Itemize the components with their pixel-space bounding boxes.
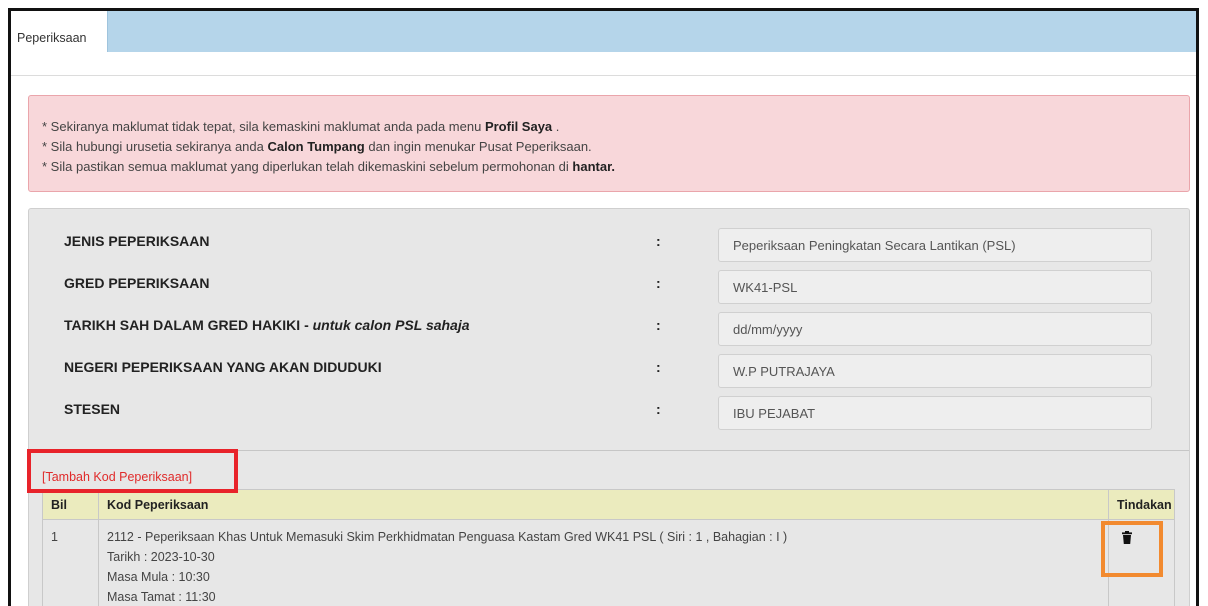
field-label-text: TARIKH SAH DALAM GRED HAKIKI - [64,317,313,333]
window-frame: Peperiksaan * Sekiranya maklumat tidak t… [8,8,1199,606]
gred-peperiksaan-field[interactable] [718,270,1152,304]
field-label: GRED PEPERIKSAAN [64,275,210,291]
alert-line-profile: * Sekiranya maklumat tidak tepat, sila k… [42,117,1176,137]
field-separator: : [656,401,661,417]
alert-emphasis: Profil Saya [484,119,553,134]
table-row: 1 2112 - Peperiksaan Khas Untuk Memasuki… [42,519,1175,606]
exam-form-panel: JENIS PEPERIKSAAN : GRED PEPERIKSAAN : T… [28,208,1190,606]
tab-bar: Peperiksaan [11,11,1196,52]
alert-text: * Sekiranya maklumat tidak tepat, sila k… [42,119,485,134]
column-header-tindakan: Tindakan [1108,489,1175,520]
info-alert: * Sekiranya maklumat tidak tepat, sila k… [28,95,1190,192]
alert-line-calon-tumpang: * Sila hubungi urusetia sekiranya anda C… [42,137,1176,157]
alert-text: * Sila hubungi urusetia sekiranya anda [42,139,268,154]
alert-text: dan ingin menukar Pusat Peperiksaan. [364,139,592,154]
alert-text: * Sila pastikan semua maklumat yang dipe… [42,159,573,174]
exam-end-time: Masa Tamat : 11:30 [107,590,216,604]
field-label: NEGERI PEPERIKSAAN YANG AKAN DIDUDUKI [64,359,382,375]
form-row-gred-peperiksaan: GRED PEPERIKSAAN : [29,270,1189,304]
field-separator: : [656,233,661,249]
field-label: JENIS PEPERIKSAAN [64,233,210,249]
field-label-note: untuk calon PSL sahaja [312,317,470,333]
negeri-peperiksaan-field[interactable] [718,354,1152,388]
field-label: STESEN [64,401,121,417]
exam-code-table: Bil Kod Peperiksaan Tindakan 1 2112 - Pe… [42,489,1175,606]
add-exam-code-link[interactable]: [Tambah Kod Peperiksaan] [42,468,192,486]
field-separator: : [656,359,661,375]
jenis-peperiksaan-field[interactable] [718,228,1152,262]
cell-tindakan [1108,519,1175,606]
section-divider [40,450,1189,451]
panel-border [11,75,1196,76]
alert-emphasis: Calon Tumpang [267,139,365,154]
tarikh-sah-date-field[interactable] [718,312,1152,346]
form-row-jenis-peperiksaan: JENIS PEPERIKSAAN : [29,228,1189,262]
exam-date: Tarikh : 2023-10-30 [107,550,215,564]
exam-title: 2112 - Peperiksaan Khas Untuk Memasuki S… [107,530,788,544]
tab-peperiksaan[interactable]: Peperiksaan [11,11,108,52]
field-label: TARIKH SAH DALAM GRED HAKIKI - untuk cal… [64,312,470,338]
field-separator: : [656,317,661,333]
table-header-row: Bil Kod Peperiksaan Tindakan [42,489,1175,520]
column-header-bil: Bil [42,489,99,520]
alert-text: . [552,119,560,134]
stesen-field[interactable] [718,396,1152,430]
form-row-tarikh-sah: TARIKH SAH DALAM GRED HAKIKI - untuk cal… [29,312,1189,346]
column-header-kod-peperiksaan: Kod Peperiksaan [98,489,1109,520]
form-row-stesen: STESEN : [29,396,1189,430]
alert-emphasis: hantar. [572,159,616,174]
cell-bil: 1 [42,519,99,606]
trash-icon[interactable] [1122,531,1132,544]
cell-kod-peperiksaan: 2112 - Peperiksaan Khas Untuk Memasuki S… [98,519,1109,606]
exam-start-time: Masa Mula : 10:30 [107,570,210,584]
alert-line-submit: * Sila pastikan semua maklumat yang dipe… [42,157,1176,177]
form-row-negeri-peperiksaan: NEGERI PEPERIKSAAN YANG AKAN DIDUDUKI : [29,354,1189,388]
field-separator: : [656,275,661,291]
